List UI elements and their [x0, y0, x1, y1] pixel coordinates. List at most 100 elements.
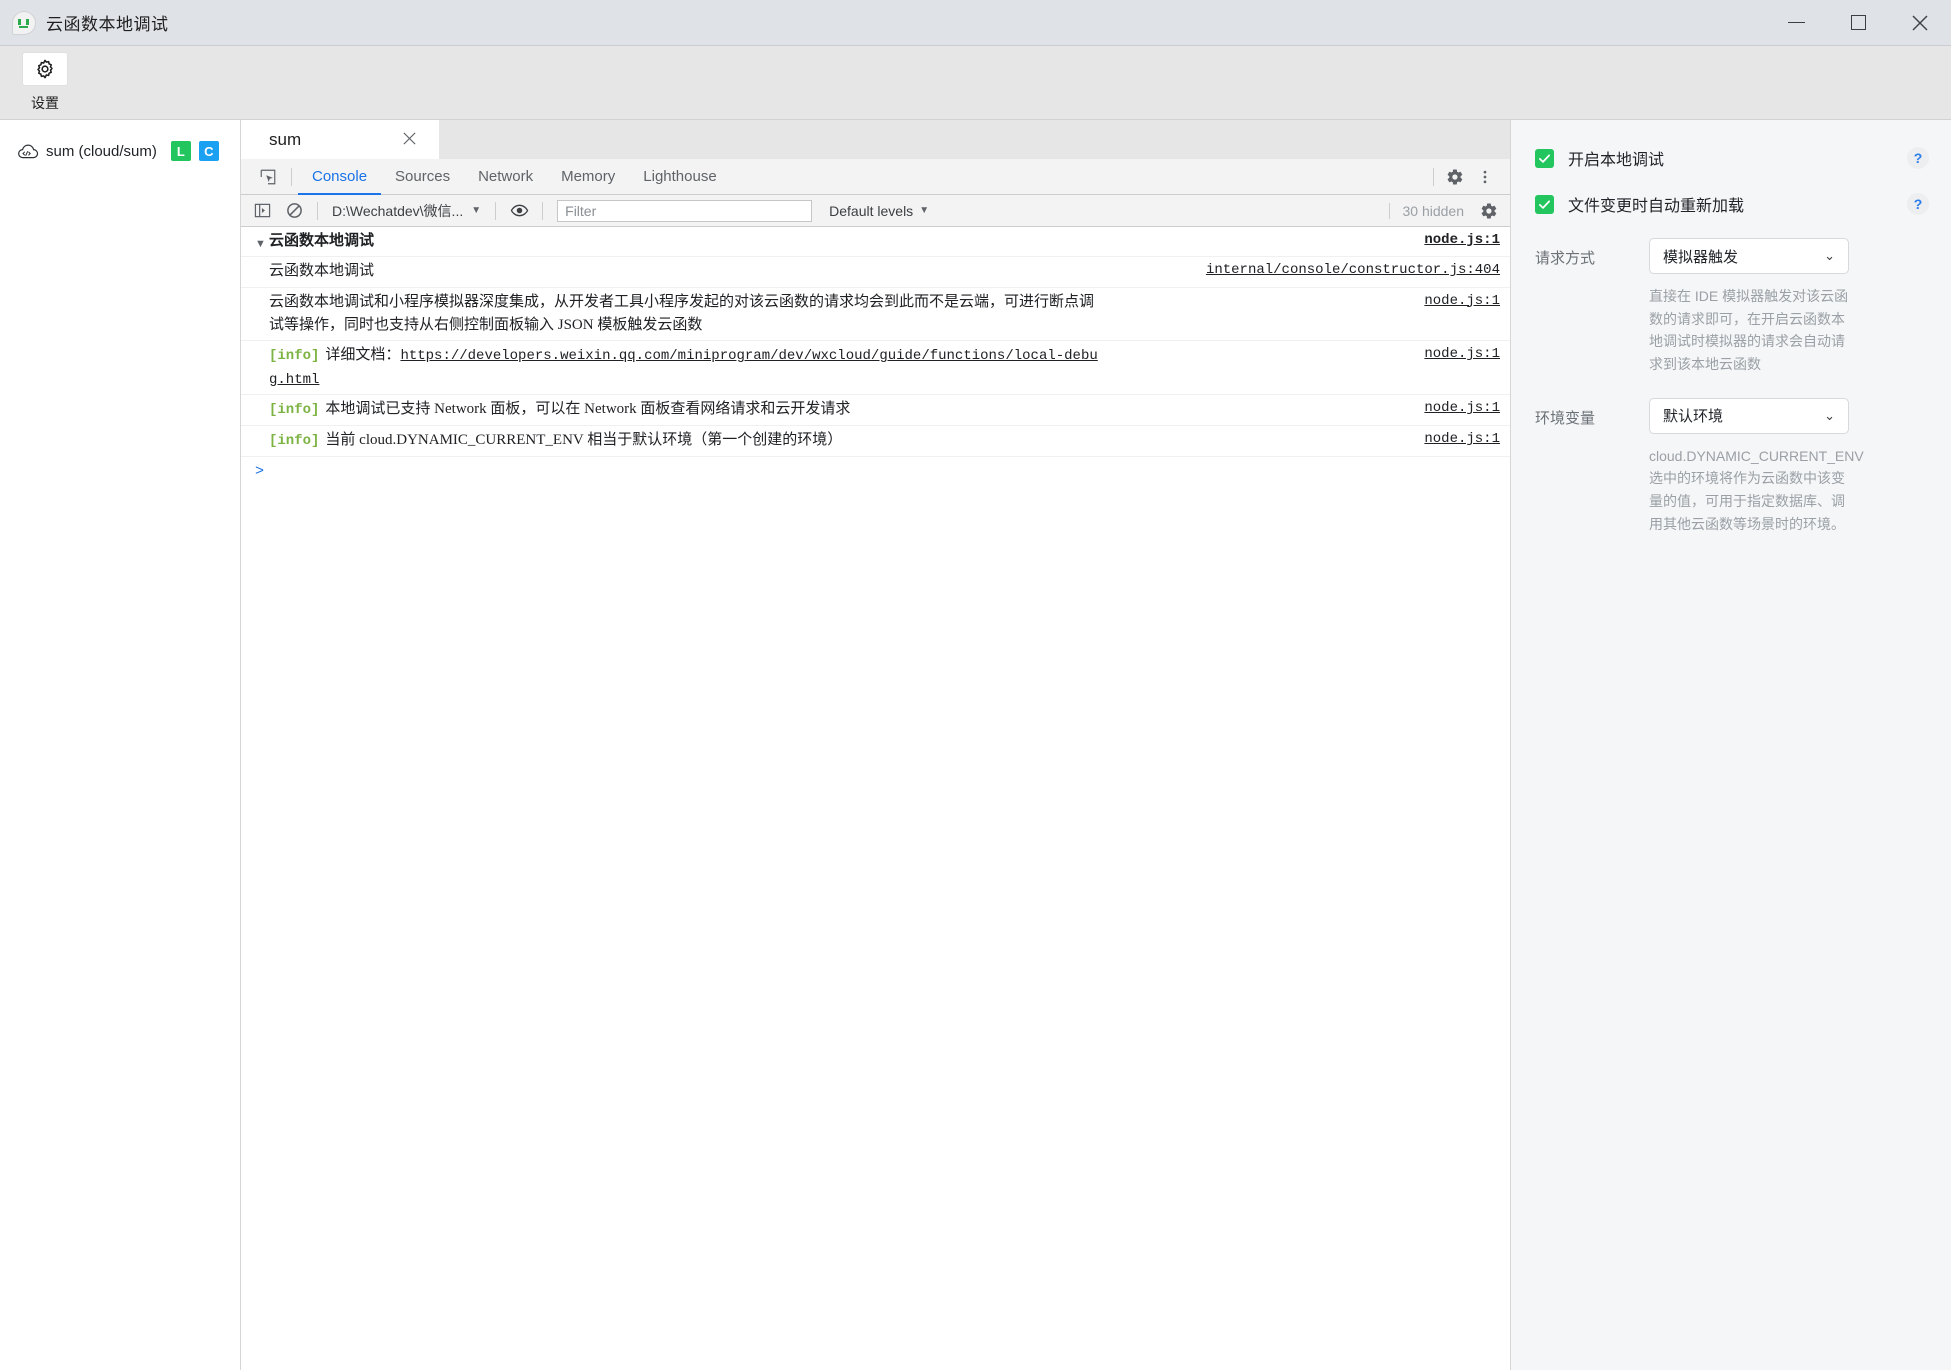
environment-variable-hint: cloud.DYNAMIC_CURRENT_ENV 选中的环境将作为云函数中该变量…: [1649, 445, 1864, 536]
devtools-tabbar-actions: [1427, 163, 1506, 191]
log-level-value: Default levels: [829, 202, 914, 219]
title-bar: 云函数本地调试: [0, 0, 1951, 46]
sidebar-item-label: sum (cloud/sum): [46, 142, 157, 160]
enable-local-debug-checkbox[interactable]: [1535, 148, 1554, 168]
gear-icon: [1447, 168, 1463, 185]
close-button[interactable]: [1889, 0, 1951, 46]
console-message-text: 云函数本地调试: [269, 263, 375, 280]
tab-console[interactable]: Console: [298, 159, 382, 195]
auto-reload-row: 文件变更时自动重新加载 ?: [1511, 192, 1951, 216]
log-level-selector[interactable]: Default levels ▼: [822, 200, 936, 222]
console-message-info[interactable]: [info] 当前 cloud.DYNAMIC_CURRENT_ENV 相当于默认…: [241, 426, 1510, 457]
check-icon: [1538, 199, 1551, 209]
environment-variable-value: 默认环境: [1663, 408, 1724, 426]
console-message-source[interactable]: internal/console/constructor.js:404: [1206, 260, 1500, 282]
hidden-messages-count: 30 hidden: [1389, 202, 1470, 219]
console-message-text: 详细文档：: [325, 347, 401, 363]
info-level-tag: [info]: [269, 348, 320, 364]
window-controls: [1765, 0, 1951, 46]
tab-sources-label: Sources: [395, 168, 451, 185]
console-output[interactable]: ▼ 云函数本地调试 node.js:1 云函数本地调试 internal/con…: [241, 227, 1510, 1370]
enable-local-debug-help-button[interactable]: ?: [1907, 147, 1929, 169]
info-level-tag: [info]: [269, 433, 320, 450]
request-mode-select[interactable]: 模拟器触发 ⌄: [1649, 238, 1849, 274]
devtools-more-button[interactable]: [1470, 163, 1500, 191]
clear-console-button[interactable]: [279, 197, 309, 225]
chevron-down-icon: ▼: [471, 205, 482, 216]
window-title: 云函数本地调试: [46, 15, 169, 34]
console-message-group[interactable]: ▼ 云函数本地调试 node.js:1: [241, 227, 1510, 258]
live-expression-button[interactable]: [504, 197, 534, 225]
console-context-selector[interactable]: D:\Wechatdev\微信... ▼: [326, 198, 487, 224]
sidebar-item-badges: L C: [170, 141, 219, 161]
console-message-source[interactable]: node.js:1: [1424, 398, 1500, 420]
close-icon: [1912, 15, 1928, 30]
app-icon: [12, 10, 36, 35]
prompt-chevron-icon: >: [255, 462, 265, 480]
console-message-source[interactable]: node.js:1: [1424, 230, 1500, 252]
environment-variable-hint-text: 选中的环境将作为云函数中该变量的值，可用于指定数据库、调用其他云函数等场景时的环…: [1649, 470, 1845, 532]
document-tab-label: sum: [269, 129, 302, 149]
console-message-source[interactable]: node.js:1: [1424, 429, 1500, 451]
chevron-down-icon: ⌄: [1824, 248, 1835, 263]
badge-cloud: C: [198, 141, 219, 161]
console-message-source[interactable]: node.js:1: [1424, 291, 1500, 313]
tab-network-label: Network: [478, 168, 534, 185]
auto-reload-checkbox[interactable]: [1535, 194, 1554, 214]
console-filter-right: 30 hidden: [1389, 197, 1504, 225]
badge-local: L: [170, 141, 191, 161]
divider: [495, 201, 497, 220]
console-message-info[interactable]: [info] 本地调试已支持 Network 面板，可以在 Network 面板查…: [241, 395, 1510, 427]
eye-icon: [510, 204, 528, 217]
console-message-content: [info] 本地调试已支持 Network 面板，可以在 Network 面板查…: [269, 398, 850, 422]
environment-variable-select[interactable]: 默认环境 ⌄: [1649, 397, 1849, 434]
console-message-content: [info] 当前 cloud.DYNAMIC_CURRENT_ENV 相当于默认…: [269, 429, 842, 453]
sidebar-item-sum[interactable]: sum (cloud/sum) L C: [0, 134, 240, 168]
console-prompt[interactable]: >: [241, 457, 1510, 486]
devtools-tabbar: Console Sources Network Memory Lighthous…: [241, 159, 1510, 195]
settings-button[interactable]: 设置: [14, 52, 76, 113]
tab-lighthouse[interactable]: Lighthouse: [629, 159, 730, 195]
chevron-down-icon: ▼: [919, 205, 930, 216]
minimize-button[interactable]: [1765, 0, 1827, 46]
auto-reload-help-button[interactable]: ?: [1907, 193, 1929, 215]
more-vertical-icon: [1483, 170, 1487, 183]
console-context-value: D:\Wechatdev\微信...: [332, 202, 464, 219]
enable-local-debug-label: 开启本地调试: [1568, 152, 1665, 169]
maximize-button[interactable]: [1827, 0, 1889, 46]
inspect-element-icon[interactable]: [251, 163, 285, 191]
divider: [542, 201, 544, 220]
divider: [317, 201, 318, 220]
tab-sources[interactable]: Sources: [381, 159, 464, 195]
chevron-down-icon[interactable]: ▼: [255, 230, 269, 253]
console-message-text: 云函数本地调试: [269, 233, 375, 249]
console-message[interactable]: 云函数本地调试和小程序模拟器深度集成，从开发者工具小程序发起的对该云函数的请求均…: [241, 288, 1510, 341]
tab-lighthouse-label: Lighthouse: [643, 168, 717, 185]
gear-icon: [1481, 202, 1497, 219]
document-tabstrip: sum: [241, 120, 1510, 159]
console-message-source[interactable]: node.js:1: [1424, 344, 1500, 366]
tab-memory-label: Memory: [561, 168, 616, 185]
environment-variable-hint-code: cloud.DYNAMIC_CURRENT_ENV: [1649, 447, 1864, 464]
request-mode-row: 请求方式 模拟器触发 ⌄ 直接在 IDE 模拟器触发对该云函数的请求即可，在开启…: [1511, 238, 1951, 376]
gear-icon-wrapper: [22, 52, 68, 86]
console-message[interactable]: 云函数本地调试 internal/console/constructor.js:…: [241, 257, 1510, 288]
console-message-info[interactable]: [info] 详细文档：https://developers.weixin.qq.…: [241, 341, 1510, 396]
tab-memory[interactable]: Memory: [547, 159, 629, 195]
tab-network[interactable]: Network: [464, 159, 547, 195]
document-tab-sum[interactable]: sum: [241, 120, 439, 159]
enable-local-debug-row: 开启本地调试 ?: [1511, 146, 1951, 170]
devtools-settings-button[interactable]: [1440, 163, 1470, 191]
gear-icon: [37, 59, 53, 79]
console-settings-button[interactable]: [1474, 197, 1504, 225]
close-icon[interactable]: [398, 129, 421, 151]
divider: [291, 167, 292, 186]
console-sidebar-icon[interactable]: [247, 197, 277, 225]
environment-variable-row: 环境变量 默认环境 ⌄ cloud.DYNAMIC_CURRENT_ENV 选中的…: [1511, 397, 1951, 536]
filter-input[interactable]: [557, 199, 813, 222]
info-level-tag: [info]: [269, 402, 320, 419]
